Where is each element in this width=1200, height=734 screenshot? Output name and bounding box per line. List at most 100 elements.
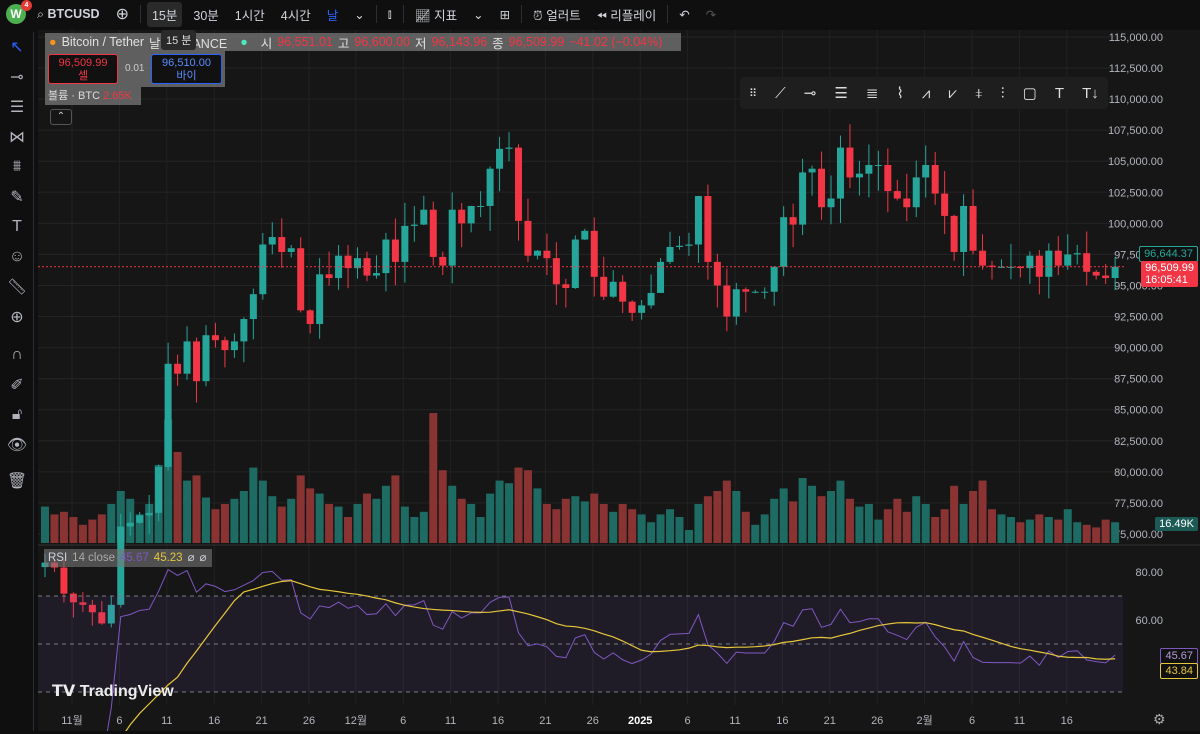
sell-button[interactable]: 96,509.99 셀 [48,54,118,84]
buy-label: 바이 [176,70,197,82]
volume-bar [1016,522,1025,543]
close-label: 종 [492,36,504,51]
rectangle-icon[interactable]: ▢ [1023,84,1037,102]
drag-handle-icon[interactable]: ⠿ [749,87,757,100]
replay-button[interactable]: ⏪︎ 리플레이 [592,2,662,27]
user-avatar[interactable]: W4 [6,0,32,24]
high-label: 고 [337,36,350,51]
text-tool-icon[interactable]: T [1055,85,1064,102]
abcd-pattern-icon[interactable]: ⩘ [922,85,930,102]
volume-bar [675,517,684,543]
price-chart[interactable]: 115,000.00 112,500.00 110,000.00 107,500.00… [38,30,1200,734]
candle-body [391,239,399,262]
anchored-text-icon[interactable]: T↓ [1082,85,1099,102]
brand-name: TradingView [79,683,174,700]
volume-bar [789,501,798,543]
time-tick: 6 [685,715,691,727]
brush-icon[interactable]: ✎ [0,182,34,212]
interval-15m[interactable]: 15분 [146,1,183,27]
volume-value: 2.65K [103,90,132,102]
candle-body [543,250,551,259]
ruler-icon[interactable]: 📏︎ [0,272,34,302]
candle-body [751,291,759,293]
symbol-search[interactable]: ⌕ BTCUSD [32,4,105,25]
line-tool-icon[interactable]: ⟋ [775,85,786,102]
interval-dropdown-chevron-icon[interactable]: ⌄ [349,4,369,25]
layouts-grid-icon[interactable]: ⊞ [495,4,515,25]
interval-1h[interactable]: 1시간 [230,2,270,27]
hide-icon[interactable]: ⌀ [188,549,195,567]
volume-bar [78,524,87,543]
emoji-icon[interactable]: ☺ [0,242,34,272]
chart-area[interactable]: 115,000.00 112,500.00 110,000.00 107,500.00… [38,30,1200,734]
volume-bar [978,480,987,543]
cursor-icon[interactable]: ↖ [0,32,34,62]
interval-4h[interactable]: 4시간 [276,2,316,27]
add-symbol-button[interactable]: ⊕ [111,1,134,27]
trend-line-icon[interactable]: ⊸ [0,62,34,92]
magnet-icon[interactable]: ∩ [0,340,34,370]
undo-icon[interactable]: ↶ [674,4,694,25]
trash-icon[interactable]: 🗑︎ [0,466,34,496]
redo-icon[interactable]: ↷ [701,4,721,25]
last-price: 96,509.99 [1145,262,1194,274]
volume-bar [1035,514,1044,543]
path-icon[interactable]: ⌇ [897,84,904,102]
candle-body [183,341,191,374]
divider [667,5,669,23]
settings-icon[interactable]: ⌀ [200,549,207,567]
tradingview-logo[interactable]: 𝗧𝗩 TradingView [52,681,174,701]
candle-body [316,274,324,325]
text-icon[interactable]: T [0,212,34,242]
candle-body [1073,253,1081,255]
candle-body [694,196,702,245]
volume-bar [495,480,504,543]
collapse-legend-chevron-up-icon[interactable]: ⌃ [50,109,72,125]
volume-bar [514,467,523,543]
xabcd-pattern-icon[interactable]: ⩗ [948,85,956,102]
sell-label: 셀 [77,70,89,82]
interval-day[interactable]: 날 [322,2,344,27]
chart-settings-gear-icon[interactable]: ⚙ [1153,711,1166,728]
volume-bar [59,511,68,543]
alert-button[interactable]: ⏰︎ 얼러트 [528,2,586,27]
candle-body [799,172,807,225]
lock-icon[interactable]: 🔓︎ [0,400,34,430]
volume-bar [211,509,220,543]
price-tick: 87,500.00 [1114,374,1163,386]
fib-channel-icon[interactable]: ⧧ [975,85,983,102]
indicators-button[interactable]: 📈︎ 지표 [410,2,462,27]
volume-bar [372,498,381,543]
interval-30m[interactable]: 30분 [188,2,223,27]
eye-icon[interactable]: 👁︎ [0,430,34,460]
indicators-chevron-icon[interactable]: ⌄ [468,4,488,25]
volume-bar [590,493,599,543]
candle-type-icon[interactable]: ⫾ [383,4,397,25]
date-range-icon[interactable]: ⫶ [1001,85,1005,102]
candle-body [211,335,219,341]
fib-retracement-icon[interactable]: ☰ [0,92,34,122]
rsi-legend: RSI 14 close 45.67 45.23 ⌀ ⌀ [44,549,212,567]
volume-bar [173,452,182,543]
candle-body [486,168,494,206]
prediction-icon[interactable]: ⩩ [0,152,34,182]
close-value: 96,509.99 [508,35,565,49]
candle-body [723,285,731,317]
candle-body [306,310,314,325]
candle-body [372,273,380,276]
lock-drawing-icon[interactable]: ✐ [0,370,34,400]
horizontal-ray-icon[interactable]: ⊸ [804,84,817,102]
candle-body [941,193,949,216]
volume-bar [523,470,532,543]
volume-bar [969,491,978,543]
volume-bar [505,483,514,543]
price-tick: 105,000.00 [1108,156,1163,168]
candle-body [865,164,873,174]
pattern-icon[interactable]: ⋈ [0,122,34,152]
buy-button[interactable]: 96,510.00 바이 [151,54,222,84]
parallel-channel-icon[interactable]: ☰ [834,84,847,102]
volume-bar [552,509,561,543]
zoom-in-icon[interactable]: ⊕ [0,302,34,332]
volume-bar [997,514,1006,543]
fib-icon[interactable]: ≣ [866,84,879,102]
